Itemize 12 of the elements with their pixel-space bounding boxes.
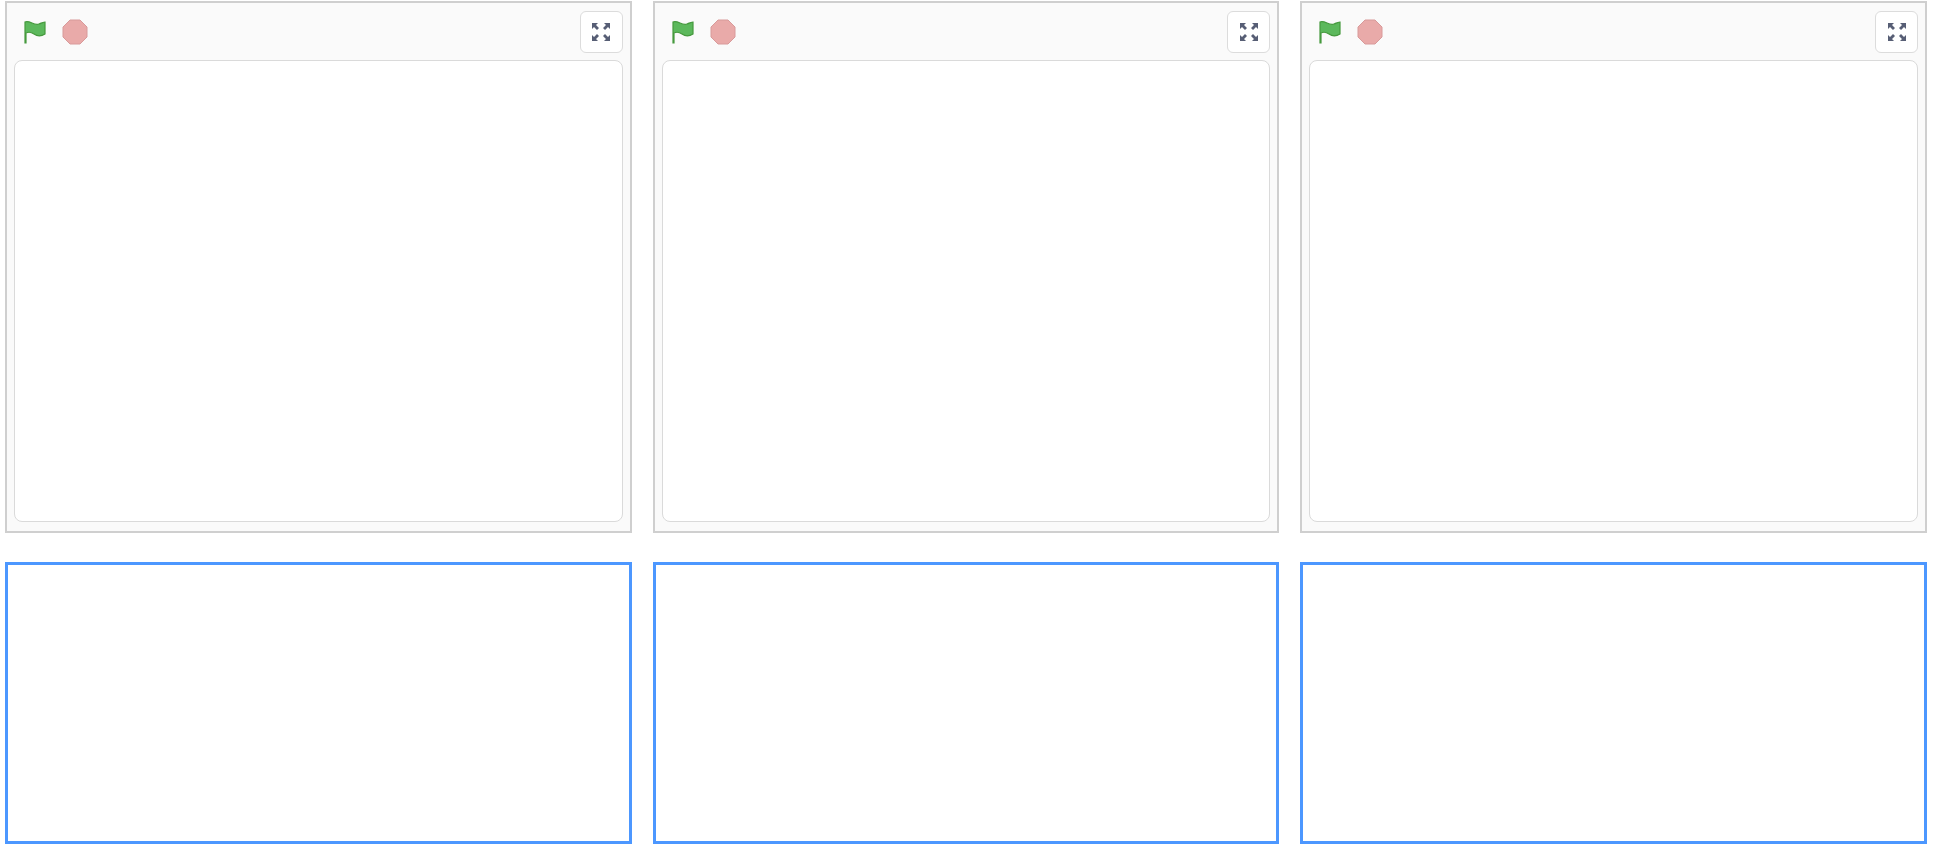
fullscreen-icon bbox=[1238, 21, 1259, 42]
stop-icon[interactable] bbox=[1357, 18, 1384, 45]
fullscreen-icon bbox=[591, 21, 612, 42]
fullscreen-button[interactable] bbox=[579, 10, 623, 53]
fullscreen-icon bbox=[1886, 21, 1907, 42]
flag-icon[interactable] bbox=[669, 18, 696, 45]
fullscreen-button[interactable] bbox=[1227, 10, 1271, 53]
flag-icon[interactable] bbox=[1317, 18, 1344, 45]
flag-icon[interactable] bbox=[22, 18, 48, 45]
stop-icon[interactable] bbox=[709, 18, 736, 45]
fullscreen-button[interactable] bbox=[1875, 10, 1918, 53]
stop-icon[interactable] bbox=[62, 18, 88, 45]
